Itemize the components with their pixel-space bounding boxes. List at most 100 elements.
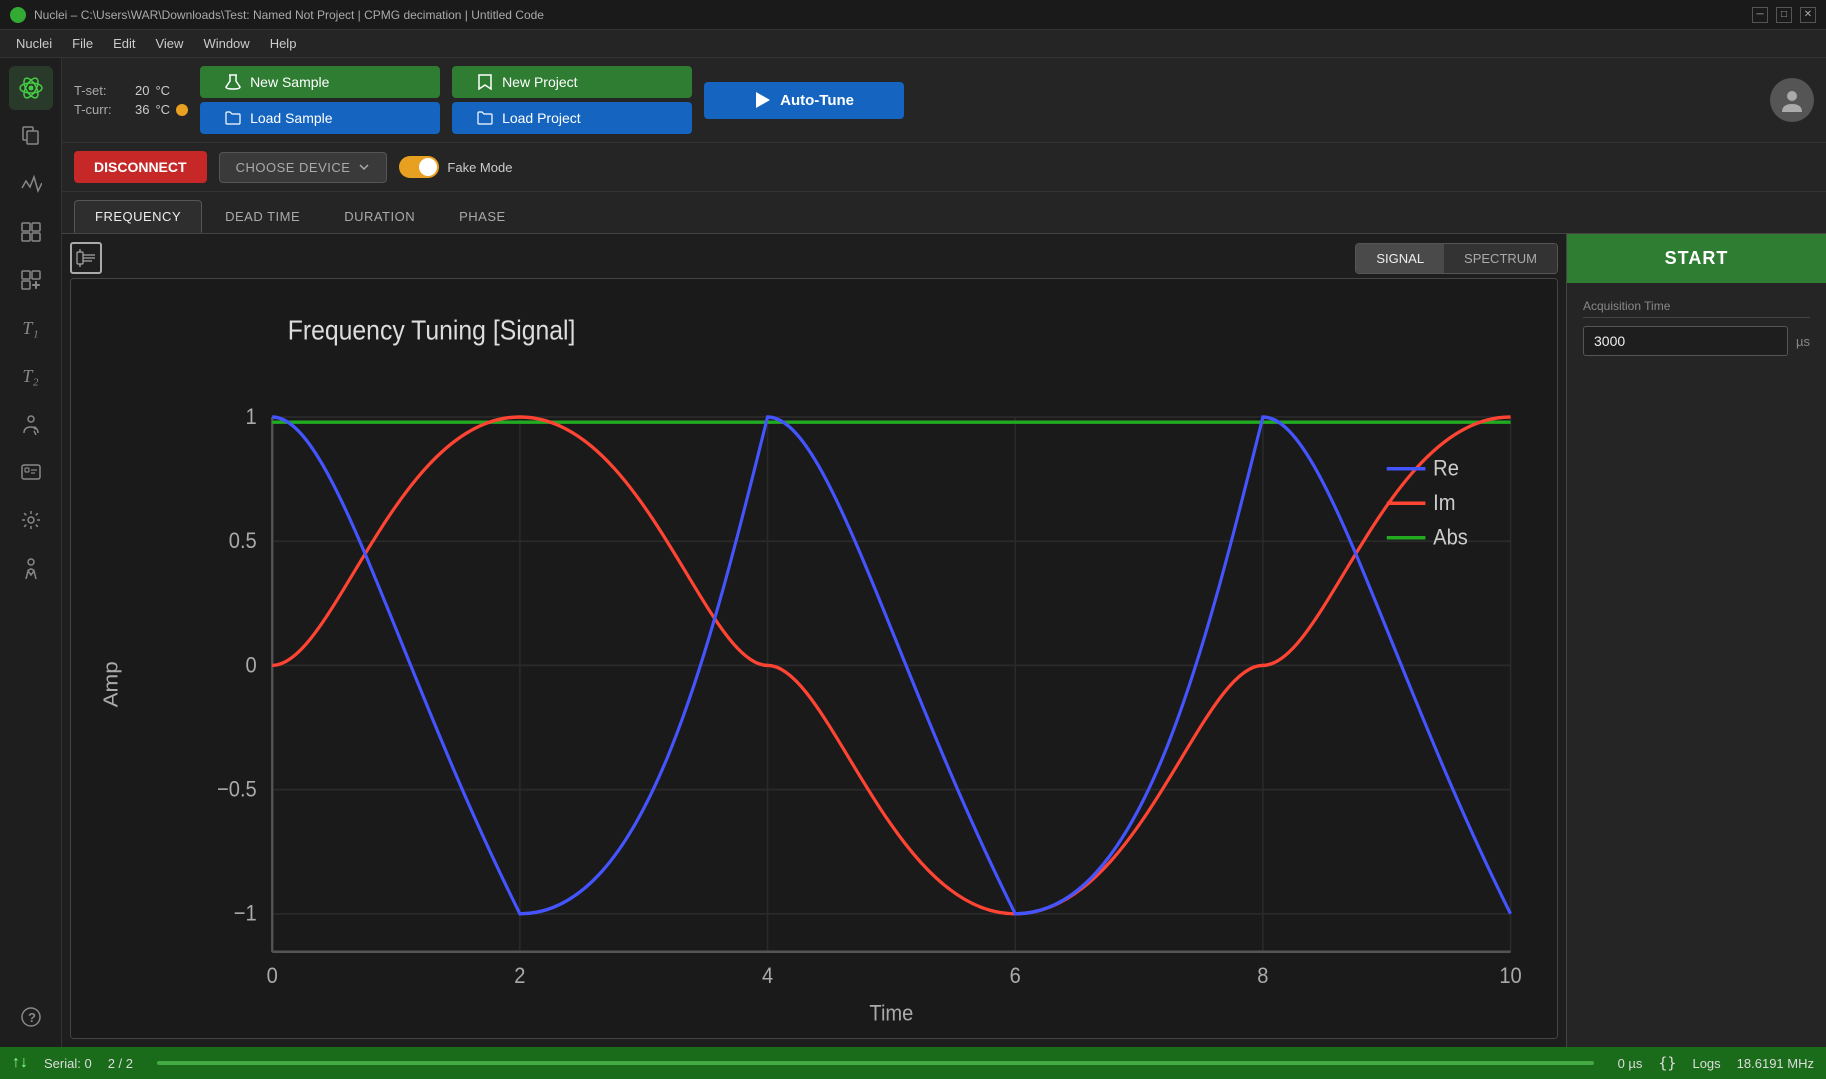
fake-mode-toggle[interactable]: [399, 156, 439, 178]
svg-text:?: ?: [28, 1010, 36, 1025]
svg-text:0.5: 0.5: [229, 528, 257, 553]
chart-svg: Frequency Tuning [Signal]: [71, 279, 1557, 1038]
tab-bar: FREQUENCY DEAD TIME DURATION PHASE: [62, 192, 1826, 234]
menubar: Nuclei File Edit View Window Help: [0, 30, 1826, 58]
toolbar: T-set: 20 °C T-curr: 36 °C New: [62, 58, 1826, 143]
tab-frequency[interactable]: FREQUENCY: [74, 200, 202, 233]
frequency-label: 18.6191 MHz: [1737, 1056, 1814, 1071]
svg-text:2: 2: [514, 963, 525, 988]
temp-indicator: [176, 104, 188, 116]
acq-time-label: Acquisition Time: [1583, 299, 1810, 318]
spectrum-button[interactable]: SPECTRUM: [1444, 244, 1557, 273]
project-buttons: New Project Load Project: [452, 66, 692, 134]
svg-text:Frequency Tuning [Signal]: Frequency Tuning [Signal]: [288, 314, 576, 346]
menu-help[interactable]: Help: [262, 34, 305, 53]
tset-label: T-set:: [74, 83, 129, 98]
titlebar-left: Nuclei – C:\Users\WAR\Downloads\Test: Na…: [10, 7, 544, 23]
svg-text:Re: Re: [1433, 456, 1459, 481]
folder-icon: [224, 109, 242, 127]
sidebar-item-files[interactable]: [9, 114, 53, 158]
acq-time-row: µs: [1583, 326, 1810, 356]
svg-text:Amp: Amp: [99, 661, 122, 707]
content: T-set: 20 °C T-curr: 36 °C New: [62, 58, 1826, 1047]
tcurr-value: 36: [135, 102, 149, 117]
fake-mode-row: Fake Mode: [399, 156, 512, 178]
minimize-button[interactable]: ─: [1752, 7, 1768, 23]
autotune-button[interactable]: Auto-Tune: [704, 82, 904, 119]
menu-window[interactable]: Window: [195, 34, 257, 53]
svg-text:Im: Im: [1433, 490, 1455, 515]
avatar[interactable]: [1770, 78, 1814, 122]
tab-duration[interactable]: DURATION: [323, 200, 436, 233]
svg-text:8: 8: [1257, 963, 1268, 988]
tab-phase[interactable]: PHASE: [438, 200, 527, 233]
toggle-knob: [419, 158, 437, 176]
menu-view[interactable]: View: [147, 34, 191, 53]
sidebar-item-add[interactable]: [9, 258, 53, 302]
acq-time-input[interactable]: [1583, 326, 1788, 356]
progress-label: 2 / 2: [108, 1056, 133, 1071]
svg-text:−1: −1: [234, 901, 257, 926]
sidebar-item-dashboard[interactable]: [9, 210, 53, 254]
load-sample-button[interactable]: Load Sample: [200, 102, 440, 134]
logs-icon: {}: [1658, 1054, 1676, 1072]
disconnect-button[interactable]: DISCONNECT: [74, 151, 207, 183]
sidebar-item-help[interactable]: ?: [9, 995, 53, 1039]
svg-text:Abs: Abs: [1433, 525, 1468, 550]
load-project-button[interactable]: Load Project: [452, 102, 692, 134]
menu-file[interactable]: File: [64, 34, 101, 53]
view-toggle: SIGNAL SPECTRUM: [1355, 243, 1558, 274]
sidebar-item-signal[interactable]: [9, 162, 53, 206]
calibration-icon[interactable]: [70, 242, 102, 274]
tset-unit: °C: [155, 83, 170, 98]
sidebar-item-device[interactable]: [9, 450, 53, 494]
progress-bar: [157, 1061, 1594, 1065]
time-status: 0 µs: [1618, 1056, 1643, 1071]
temperature-panel: T-set: 20 °C T-curr: 36 °C: [74, 83, 188, 117]
logs-label: Logs: [1692, 1056, 1720, 1071]
svg-text:4: 4: [762, 963, 773, 988]
bookmark-icon: [476, 73, 494, 91]
svg-text:Time: Time: [869, 1001, 913, 1026]
svg-text:6: 6: [1010, 963, 1021, 988]
close-button[interactable]: ✕: [1800, 7, 1816, 23]
svg-text:0: 0: [267, 963, 278, 988]
choose-device-button[interactable]: CHOOSE DEVICE: [219, 152, 388, 183]
svg-text:0: 0: [246, 652, 257, 677]
window-title: Nuclei – C:\Users\WAR\Downloads\Test: Na…: [34, 8, 544, 22]
sidebar-item-person[interactable]: [9, 402, 53, 446]
app-logo: [10, 7, 26, 23]
right-panel: START Acquisition Time µs: [1566, 234, 1826, 1047]
new-sample-button[interactable]: New Sample: [200, 66, 440, 98]
status-right: {} Logs 18.6191 MHz: [1658, 1054, 1814, 1072]
svg-text:10: 10: [1499, 963, 1522, 988]
chart-box: Frequency Tuning [Signal]: [70, 278, 1558, 1039]
signal-button[interactable]: SIGNAL: [1356, 244, 1444, 273]
sidebar-item-baby[interactable]: [9, 546, 53, 590]
sidebar-item-settings[interactable]: [9, 498, 53, 542]
acq-time-unit: µs: [1796, 334, 1810, 349]
start-button[interactable]: START: [1567, 234, 1826, 283]
tset-value: 20: [135, 83, 149, 98]
tab-dead-time[interactable]: DEAD TIME: [204, 200, 321, 233]
flask-icon: [224, 73, 242, 91]
svg-text:1: 1: [246, 404, 257, 429]
serial-status: Serial: 0: [44, 1056, 92, 1071]
chart-controls: SIGNAL SPECTRUM: [70, 242, 1558, 274]
sidebar-item-t2[interactable]: T₂: [9, 354, 53, 398]
new-project-button[interactable]: New Project: [452, 66, 692, 98]
chart-area: SIGNAL SPECTRUM Frequency Tuning [Signal…: [62, 234, 1566, 1047]
chevron-down-icon: [358, 161, 370, 173]
chart-container: SIGNAL SPECTRUM Frequency Tuning [Signal…: [62, 234, 1826, 1047]
menu-edit[interactable]: Edit: [105, 34, 143, 53]
tcurr-unit: °C: [155, 102, 170, 117]
maximize-button[interactable]: □: [1776, 7, 1792, 23]
folder2-icon: [476, 109, 494, 127]
sidebar-item-home[interactable]: [9, 66, 53, 110]
acquisition-section: Acquisition Time µs: [1567, 283, 1826, 372]
sidebar-item-t1[interactable]: T₁: [9, 306, 53, 350]
statusbar: ↑↓ Serial: 0 2 / 2 0 µs {} Logs 18.6191 …: [0, 1047, 1826, 1079]
sample-buttons: New Sample Load Sample: [200, 66, 440, 134]
titlebar-controls[interactable]: ─ □ ✕: [1752, 7, 1816, 23]
menu-nuclei[interactable]: Nuclei: [8, 34, 60, 53]
